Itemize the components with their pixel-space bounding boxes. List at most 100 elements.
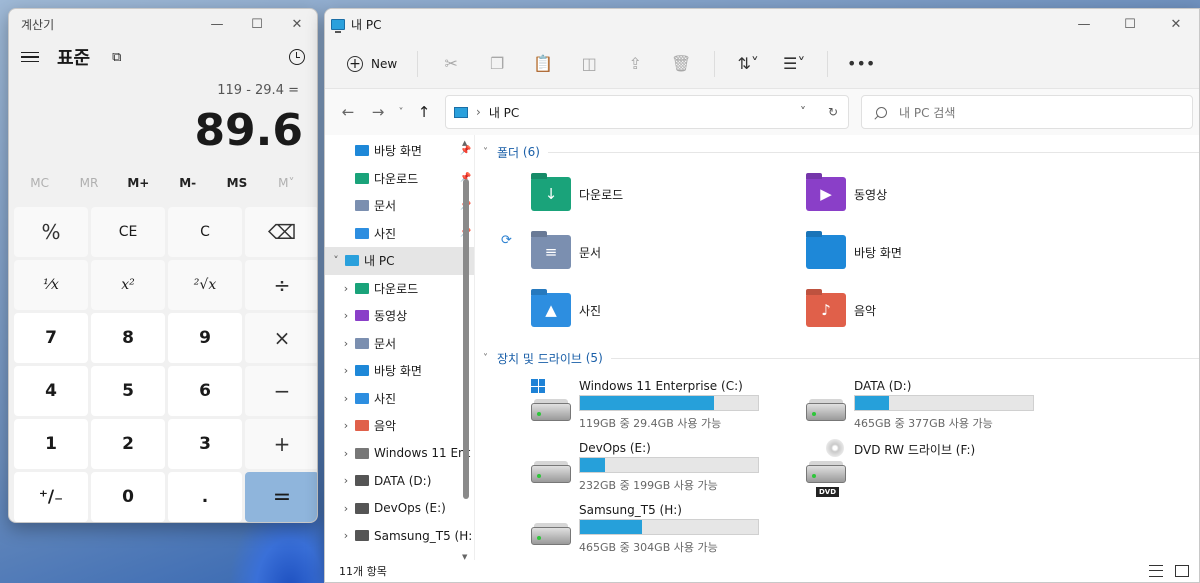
- minimize-icon[interactable]: —: [197, 10, 237, 38]
- nav-item[interactable]: › 바탕 화면: [325, 357, 474, 385]
- digit-1-key[interactable]: 1: [14, 419, 88, 469]
- refresh-icon[interactable]: ↻: [818, 105, 848, 119]
- equals-key[interactable]: =: [245, 472, 317, 522]
- folder-tile[interactable]: ≡ 문서: [531, 223, 806, 281]
- maximize-icon[interactable]: ☐: [1107, 10, 1153, 38]
- forward-arrow-icon[interactable]: →: [363, 103, 393, 121]
- drive-tile[interactable]: DATA (D:) 465GB 중 377GB 사용 가능: [806, 379, 1081, 441]
- multiply-key[interactable]: ×: [245, 313, 317, 363]
- decimal-key[interactable]: .: [168, 472, 242, 522]
- nav-item[interactable]: 문서📌: [325, 192, 474, 220]
- backspace-key[interactable]: ⌫: [245, 207, 317, 257]
- breadcrumb-chevron-icon[interactable]: ›: [476, 105, 481, 119]
- digit-7-key[interactable]: 7: [14, 313, 88, 363]
- close-icon[interactable]: ✕: [1153, 10, 1199, 38]
- chevron-right-icon[interactable]: ›: [337, 529, 355, 542]
- copy-icon[interactable]: ❐: [474, 48, 520, 80]
- nav-item[interactable]: 사진📌: [325, 220, 474, 248]
- nav-item[interactable]: › Samsung_T5 (H:: [325, 522, 474, 550]
- chevron-right-icon[interactable]: ›: [337, 364, 355, 377]
- nav-item[interactable]: › DATA (D:): [325, 467, 474, 495]
- folder-tile[interactable]: ▶ 동영상: [806, 165, 1081, 223]
- nav-item[interactable]: › 동영상: [325, 302, 474, 330]
- digit-3-key[interactable]: 3: [168, 419, 242, 469]
- digit-0-key[interactable]: 0: [91, 472, 165, 522]
- negate-key[interactable]: ⁺∕₋: [14, 472, 88, 522]
- digit-9-key[interactable]: 9: [168, 313, 242, 363]
- close-icon[interactable]: ✕: [277, 10, 317, 38]
- memory-ms-button[interactable]: MS: [212, 176, 261, 190]
- address-bar[interactable]: › 내 PC ˅ ↻: [445, 95, 849, 129]
- keep-on-top-icon[interactable]: ⧉: [112, 50, 121, 65]
- more-options-icon[interactable]: •••: [838, 48, 884, 80]
- clear-key[interactable]: C: [168, 207, 242, 257]
- chevron-right-icon[interactable]: ›: [337, 309, 355, 322]
- scroll-up-icon[interactable]: ▲: [462, 139, 467, 147]
- chevron-right-icon[interactable]: ›: [337, 474, 355, 487]
- nav-item[interactable]: ˅ 내 PC: [325, 247, 474, 275]
- nav-item[interactable]: › DevOps (E:): [325, 495, 474, 523]
- tiles-view-icon[interactable]: [1175, 565, 1189, 577]
- drive-tile[interactable]: DVD DVD RW 드라이브 (F:): [806, 439, 1081, 503]
- collapse-chevron-icon[interactable]: ˅: [483, 147, 497, 158]
- digit-5-key[interactable]: 5: [91, 366, 165, 416]
- breadcrumb-location[interactable]: 내 PC: [489, 104, 788, 121]
- scrollbar-thumb[interactable]: [463, 179, 469, 499]
- nav-item[interactable]: › Windows 11 Ent: [325, 440, 474, 468]
- history-icon[interactable]: [289, 49, 305, 65]
- chevron-right-icon[interactable]: ›: [337, 502, 355, 515]
- square-root-key[interactable]: ²√x: [168, 260, 242, 310]
- nav-item[interactable]: › 문서: [325, 330, 474, 358]
- nav-item[interactable]: › 음악: [325, 412, 474, 440]
- folders-group-header[interactable]: ˅ 폴더 (6): [483, 141, 1199, 163]
- memory-m--button[interactable]: M-: [163, 176, 212, 190]
- address-dropdown-icon[interactable]: ˅: [788, 105, 818, 119]
- nav-item[interactable]: › 사진: [325, 385, 474, 413]
- folder-tile[interactable]: ▲ 사진: [531, 281, 806, 339]
- add-key[interactable]: +: [245, 419, 317, 469]
- digit-6-key[interactable]: 6: [168, 366, 242, 416]
- nav-scrollbar[interactable]: ▲ ▼: [462, 139, 470, 561]
- nav-item[interactable]: › 다운로드: [325, 275, 474, 303]
- chevron-right-icon[interactable]: ›: [337, 419, 355, 432]
- square-key[interactable]: x²: [91, 260, 165, 310]
- recent-locations-icon[interactable]: ˅: [393, 107, 409, 118]
- digit-8-key[interactable]: 8: [91, 313, 165, 363]
- back-arrow-icon[interactable]: ←: [333, 103, 363, 121]
- minimize-icon[interactable]: —: [1061, 10, 1107, 38]
- view-icon[interactable]: ☰˅: [771, 48, 817, 80]
- percent-key[interactable]: %: [14, 207, 88, 257]
- expand-chevron-icon[interactable]: ˅: [327, 254, 345, 267]
- divide-key[interactable]: ÷: [245, 260, 317, 310]
- rename-icon[interactable]: ◫: [566, 48, 612, 80]
- sort-icon[interactable]: ⇅˅: [725, 48, 771, 80]
- drive-tile[interactable]: DevOps (E:) 232GB 중 199GB 사용 가능: [531, 441, 806, 503]
- drives-group-header[interactable]: ˅ 장치 및 드라이브 (5): [483, 347, 1199, 369]
- search-input[interactable]: 내 PC 검색: [861, 95, 1193, 129]
- chevron-right-icon[interactable]: ›: [337, 392, 355, 405]
- paste-icon[interactable]: 📋: [520, 48, 566, 80]
- digit-2-key[interactable]: 2: [91, 419, 165, 469]
- clear-entry-key[interactable]: CE: [91, 207, 165, 257]
- cut-icon[interactable]: ✂: [428, 48, 474, 80]
- subtract-key[interactable]: −: [245, 366, 317, 416]
- new-button[interactable]: + New: [337, 50, 407, 78]
- digit-4-key[interactable]: 4: [14, 366, 88, 416]
- nav-item[interactable]: 다운로드📌: [325, 165, 474, 193]
- details-view-icon[interactable]: [1149, 565, 1163, 577]
- drive-tile[interactable]: Samsung_T5 (H:) 465GB 중 304GB 사용 가능: [531, 503, 806, 565]
- chevron-right-icon[interactable]: ›: [337, 447, 355, 460]
- folder-tile[interactable]: ♪ 음악: [806, 281, 1081, 339]
- collapse-chevron-icon[interactable]: ˅: [483, 353, 497, 364]
- nav-item[interactable]: 바탕 화면 📌: [325, 137, 474, 165]
- chevron-right-icon[interactable]: ›: [337, 282, 355, 295]
- reciprocal-key[interactable]: ⅟x: [14, 260, 88, 310]
- hamburger-menu-icon[interactable]: [21, 51, 39, 63]
- share-icon[interactable]: ⇪: [612, 48, 658, 80]
- folder-tile[interactable]: ↓ 다운로드: [531, 165, 806, 223]
- drive-tile[interactable]: Windows 11 Enterprise (C:) 119GB 중 29.4GB…: [531, 379, 806, 441]
- folder-tile[interactable]: 바탕 화면: [806, 223, 1081, 281]
- maximize-icon[interactable]: ☐: [237, 10, 277, 38]
- up-arrow-icon[interactable]: ↑: [409, 103, 439, 121]
- memory-m+-button[interactable]: M+: [114, 176, 163, 190]
